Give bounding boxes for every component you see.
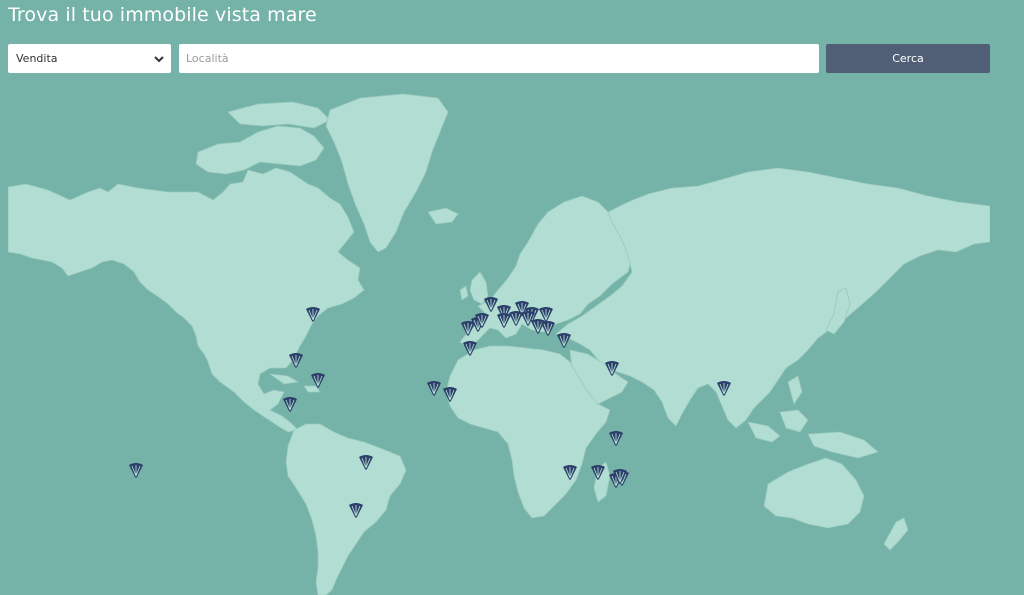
location-input[interactable] [179,44,819,73]
property-pin-icon[interactable] [427,381,441,396]
southeast-asia-islands [747,421,781,443]
british-isles-landmass [459,285,469,301]
page-title: Trova il tuo immobile vista mare [8,4,317,26]
search-bar: Vendita Cerca [8,44,990,73]
land-masses [8,93,990,595]
new-zealand-landmass [883,517,909,551]
australia-landmass [763,457,865,529]
arctic-islands-landmass [227,101,331,129]
caribbean-islands [268,373,300,385]
search-button[interactable]: Cerca [826,44,990,73]
south-america-landmass [285,423,407,595]
property-pin-icon[interactable] [557,333,571,348]
world-map-canvas[interactable] [8,92,990,595]
world-map[interactable] [8,92,990,595]
chevron-down-icon [154,56,164,63]
arctic-islands-landmass [195,125,325,175]
listing-type-select[interactable]: Vendita [8,44,171,73]
property-pin-icon[interactable] [609,431,623,446]
property-pin-icon[interactable] [283,397,297,412]
listing-type-value: Vendita [16,52,58,65]
southeast-asia-islands [787,375,803,405]
iceland-landmass [427,207,459,225]
property-pin-icon[interactable] [129,463,143,478]
southeast-asia-islands [779,409,809,433]
southeast-asia-islands [807,431,879,459]
